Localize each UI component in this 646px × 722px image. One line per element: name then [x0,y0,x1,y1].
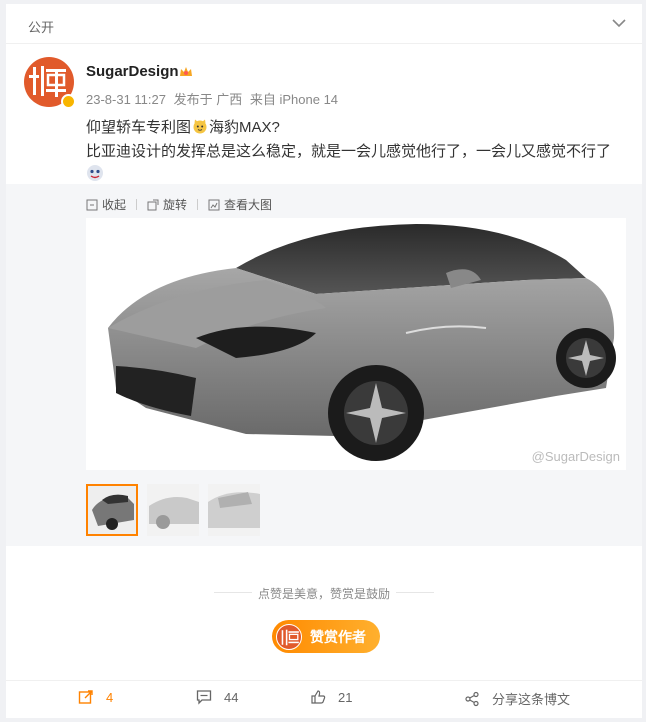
collapse-icon [86,199,98,210]
like-button[interactable]: 21 [310,689,352,705]
post-header-bar: 公开 [6,4,642,44]
tip-divider-right [396,592,434,593]
post-text-line1: 仰望轿车专利图 海豹MAX? [86,116,280,137]
thumbnail-1-image [88,486,136,534]
share-label: 分享这条博文 [492,692,571,707]
post-text-part2: 海豹MAX? [209,119,280,136]
comment-icon [196,690,212,705]
thumbnail-2-image [147,484,199,536]
comment-count: 44 [224,689,239,705]
toolbar-divider [136,199,138,210]
view-large-button[interactable]: 查看大图 [208,196,272,213]
toolbar-divider [197,199,199,210]
post-text-part1: 仰望轿车专利图 [86,119,192,136]
visibility-label: 公开 [28,20,55,35]
thumbs-up-icon [311,690,326,704]
verified-badge-icon [61,94,76,109]
media-toolbar: 收起 旋转 查看大图 [86,196,282,213]
repost-button[interactable]: 4 [78,689,113,705]
reward-tip: 点赞是美意，赞赏是鼓励 [258,587,391,601]
thumbnail-1[interactable] [86,484,138,536]
rotate-button[interactable]: 旋转 [147,196,187,213]
face-emoji-icon [87,165,103,181]
chevron-down-icon[interactable] [612,18,626,28]
repost-count: 4 [106,689,114,705]
main-car-image[interactable]: @SugarDesign [86,218,626,470]
reward-author-button[interactable]: 赞赏作者 [272,620,380,653]
post-action-bar: 4 44 21 分享这条博文 [6,680,642,714]
cat-emoji-icon [193,119,207,134]
watermark-text: @SugarDesign [531,449,620,464]
rotate-icon [147,199,159,210]
thumbnail-3[interactable] [208,484,260,536]
collapse-button[interactable]: 收起 [86,196,126,213]
thumbnail-3-image [208,484,260,536]
post-time[interactable]: 23-8-31 11:27 [86,92,166,107]
avatar-logo-icon [281,629,299,645]
post-text-line2: 比亚迪设计的发挥总是这么稳定，就是一会儿感觉他行了，一会儿又感觉不行了 [86,143,612,160]
share-button[interactable]: 分享这条博文 [464,689,570,708]
thumbnail-strip [86,484,269,536]
reward-avatar [276,623,302,650]
rotate-label: 旋转 [163,198,188,212]
post-source: 来自 iPhone 14 [249,92,339,107]
post-meta: 23-8-31 11:27 发布于 广西 来自 iPhone 14 [86,89,342,108]
repost-icon [78,690,93,704]
collapse-label: 收起 [102,198,127,212]
view-large-icon [208,199,220,210]
reward-label: 赞赏作者 [310,628,366,645]
share-icon [465,691,479,706]
view-large-label: 查看大图 [224,198,273,212]
author-name[interactable]: SugarDesign [86,63,179,80]
like-count: 21 [338,689,353,705]
comment-button[interactable]: 44 [196,689,238,705]
car-illustration [86,218,626,470]
crown-icon[interactable] [178,64,194,80]
thumbnail-2[interactable] [147,484,199,536]
tip-divider-left [214,592,252,593]
post-location: 发布于 广西 [173,92,243,107]
